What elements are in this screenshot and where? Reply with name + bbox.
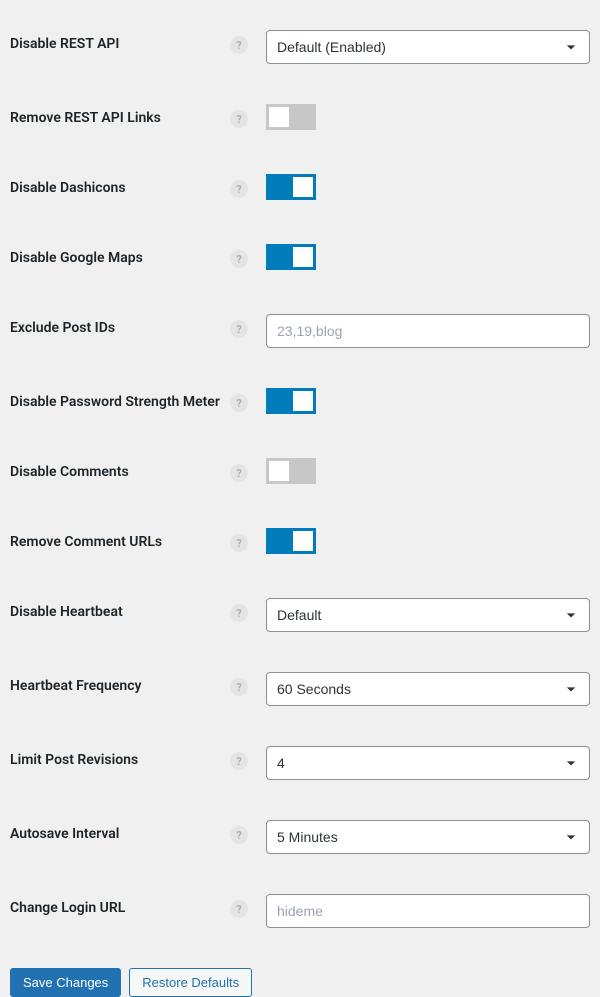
row-disable-google-maps: Disable Google Maps ? (10, 224, 600, 294)
help-icon[interactable]: ? (230, 826, 248, 844)
help-icon[interactable]: ? (230, 36, 248, 54)
label-exclude-post-ids: Exclude Post IDs (10, 314, 230, 336)
help-icon[interactable]: ? (230, 604, 248, 622)
input-exclude-post-ids[interactable] (266, 314, 590, 348)
control-disable-password-strength-meter (266, 388, 600, 418)
control-disable-comments (266, 458, 600, 488)
toggle-knob (293, 391, 313, 411)
label-disable-rest-api: Disable REST API (10, 30, 230, 52)
restore-defaults-button[interactable]: Restore Defaults (129, 968, 252, 997)
label-disable-google-maps: Disable Google Maps (10, 244, 230, 266)
toggle-disable-comments[interactable] (266, 458, 316, 484)
control-disable-heartbeat: Default (266, 598, 600, 632)
help-icon[interactable]: ? (230, 534, 248, 552)
control-limit-post-revisions: 4 (266, 746, 600, 780)
help-icon[interactable]: ? (230, 250, 248, 268)
toggle-remove-rest-api-links[interactable] (266, 104, 316, 130)
settings-form: Disable REST API ? Default (Enabled) Rem… (0, 0, 600, 997)
toggle-knob (293, 177, 313, 197)
control-change-login-url (266, 894, 600, 928)
row-disable-dashicons: Disable Dashicons ? (10, 154, 600, 224)
row-remove-comment-urls: Remove Comment URLs ? (10, 508, 600, 578)
toggle-disable-dashicons[interactable] (266, 174, 316, 200)
select-disable-heartbeat[interactable]: Default (266, 598, 590, 632)
select-heartbeat-frequency[interactable]: 60 Seconds (266, 672, 590, 706)
control-remove-comment-urls (266, 528, 600, 558)
select-disable-rest-api[interactable]: Default (Enabled) (266, 30, 590, 64)
toggle-knob (293, 531, 313, 551)
toggle-remove-comment-urls[interactable] (266, 528, 316, 554)
row-disable-rest-api: Disable REST API ? Default (Enabled) (10, 10, 600, 84)
control-disable-rest-api: Default (Enabled) (266, 30, 600, 64)
control-remove-rest-api-links (266, 104, 600, 134)
row-limit-post-revisions: Limit Post Revisions ? 4 (10, 726, 600, 800)
save-button[interactable]: Save Changes (10, 968, 121, 997)
help-icon[interactable]: ? (230, 320, 248, 338)
control-exclude-post-ids (266, 314, 600, 348)
row-disable-password-strength-meter: Disable Password Strength Meter ? (10, 368, 600, 438)
label-disable-comments: Disable Comments (10, 458, 230, 480)
toggle-knob (293, 247, 313, 267)
label-disable-dashicons: Disable Dashicons (10, 174, 230, 196)
help-icon[interactable]: ? (230, 394, 248, 412)
form-actions: Save Changes Restore Defaults (10, 948, 600, 997)
label-disable-password-strength-meter: Disable Password Strength Meter (10, 388, 230, 410)
select-limit-post-revisions[interactable]: 4 (266, 746, 590, 780)
input-change-login-url[interactable] (266, 894, 590, 928)
toggle-knob (269, 461, 289, 481)
label-remove-comment-urls: Remove Comment URLs (10, 528, 230, 550)
toggle-disable-google-maps[interactable] (266, 244, 316, 270)
toggle-disable-password-strength-meter[interactable] (266, 388, 316, 414)
label-change-login-url: Change Login URL (10, 894, 230, 916)
toggle-knob (269, 107, 289, 127)
control-disable-google-maps (266, 244, 600, 274)
help-icon[interactable]: ? (230, 180, 248, 198)
control-heartbeat-frequency: 60 Seconds (266, 672, 600, 706)
row-disable-comments: Disable Comments ? (10, 438, 600, 508)
row-change-login-url: Change Login URL ? (10, 874, 600, 948)
help-icon[interactable]: ? (230, 752, 248, 770)
label-heartbeat-frequency: Heartbeat Frequency (10, 672, 230, 694)
row-exclude-post-ids: Exclude Post IDs ? (10, 294, 600, 368)
label-disable-heartbeat: Disable Heartbeat (10, 598, 230, 620)
help-icon[interactable]: ? (230, 678, 248, 696)
row-disable-heartbeat: Disable Heartbeat ? Default (10, 578, 600, 652)
label-remove-rest-api-links: Remove REST API Links (10, 104, 230, 126)
row-autosave-interval: Autosave Interval ? 5 Minutes (10, 800, 600, 874)
row-remove-rest-api-links: Remove REST API Links ? (10, 84, 600, 154)
control-autosave-interval: 5 Minutes (266, 820, 600, 854)
control-disable-dashicons (266, 174, 600, 204)
select-autosave-interval[interactable]: 5 Minutes (266, 820, 590, 854)
help-icon[interactable]: ? (230, 464, 248, 482)
label-limit-post-revisions: Limit Post Revisions (10, 746, 230, 768)
row-heartbeat-frequency: Heartbeat Frequency ? 60 Seconds (10, 652, 600, 726)
help-icon[interactable]: ? (230, 110, 248, 128)
label-autosave-interval: Autosave Interval (10, 820, 230, 842)
